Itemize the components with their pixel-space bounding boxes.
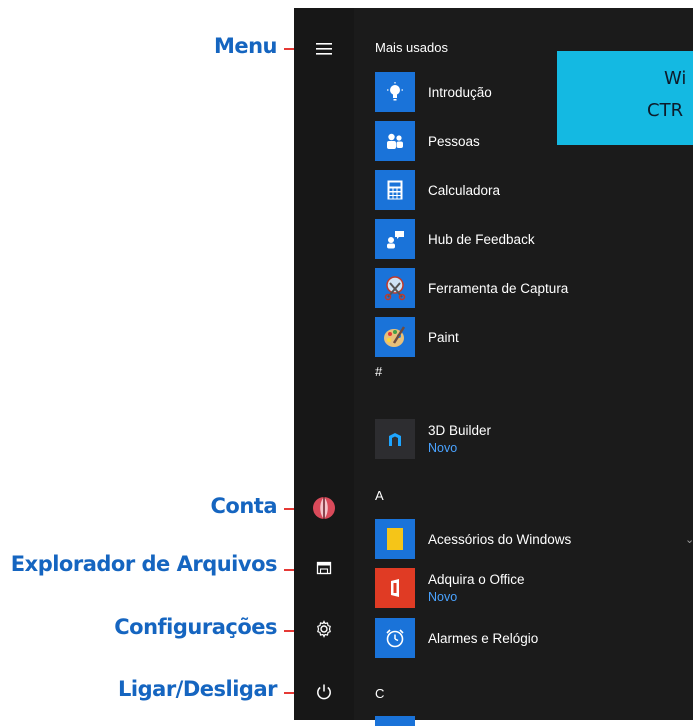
annotation-ligar: Ligar/Desligar [118,677,277,701]
chevron-down-icon[interactable]: ⌄ [685,533,693,546]
app-item-calculadora[interactable]: Calculadora [375,170,693,210]
app-item-alarmes-relogio[interactable]: Alarmes e Relógio [375,618,693,658]
app-name: Alarmes e Relógio [428,630,539,646]
annotation-menu: Menu [213,34,278,58]
power-button[interactable] [308,676,340,708]
app-name: Hub de Feedback [428,231,535,247]
new-badge: Novo [428,441,458,455]
app-item-paint[interactable]: Paint [375,317,693,357]
annotation-explorador: Explorador de Arquivos [10,552,278,576]
partial-tile [375,716,415,726]
hint-line-1: Wi [664,68,687,89]
clock-icon [375,618,415,658]
folder-icon [375,519,415,559]
app-name: Paint [428,329,459,345]
app-name: Ferramenta de Captura [428,280,569,296]
start-menu: Mais usados Introdução Pessoas Calculado… [294,8,693,726]
section-header-hash[interactable]: # [375,364,382,379]
people-icon [375,121,415,161]
hint-tile: Wi CTR [557,51,693,145]
lightbulb-icon [375,72,415,112]
avatar-icon [313,497,335,519]
scissors-icon [375,268,415,308]
power-icon [317,684,331,700]
hamburger-icon [316,43,332,55]
3d-builder-icon [375,419,415,459]
gear-icon [317,620,331,638]
file-explorer-button[interactable] [308,552,340,584]
app-name: Introdução [428,84,492,100]
settings-button[interactable] [308,613,340,645]
palette-icon [375,317,415,357]
hint-line-2: CTR [647,100,684,121]
feedback-icon [375,219,415,259]
app-name: Acessórios do Windows [428,531,572,547]
left-rail [294,8,354,720]
app-name: Calculadora [428,182,501,198]
menu-button[interactable] [308,33,340,65]
app-name: Pessoas [428,133,480,149]
file-explorer-icon [316,561,332,575]
app-name: 3D Builder [428,423,492,438]
app-item-ferramenta-captura[interactable]: Ferramenta de Captura [375,268,693,308]
section-header-a[interactable]: A [375,488,384,503]
office-icon [375,568,415,608]
annotation-conta: Conta [210,494,278,518]
app-item-3d-builder[interactable]: 3D Builder Novo [375,419,693,459]
new-badge: Novo [428,590,458,604]
account-button[interactable] [308,492,340,524]
section-header-c[interactable]: C [375,686,384,701]
app-item-adquira-office[interactable]: Adquira o Office Novo [375,568,693,608]
section-header-most-used: Mais usados [375,40,448,55]
annotation-configuracoes: Configurações [114,615,277,639]
app-item-hub-feedback[interactable]: Hub de Feedback [375,219,693,259]
app-item-acessorios-windows[interactable]: Acessórios do Windows ⌄ [375,519,693,559]
calculator-icon [375,170,415,210]
app-name: Adquira o Office [428,572,525,587]
